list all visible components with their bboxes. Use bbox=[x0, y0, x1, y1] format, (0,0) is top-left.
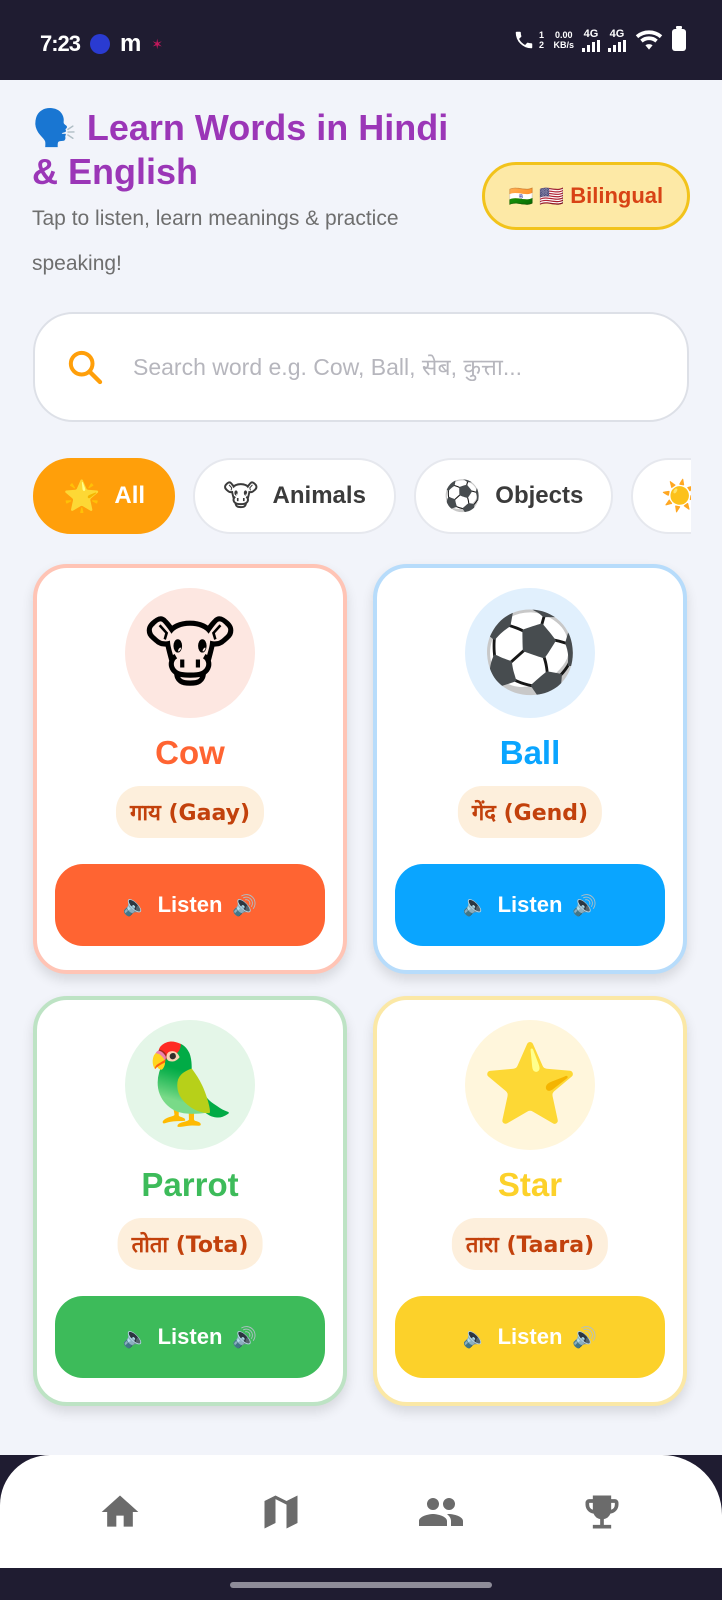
word-image-circle: ⭐ bbox=[465, 1020, 595, 1150]
speaker-loud-icon: 🔊 bbox=[232, 894, 258, 917]
word-card-parrot[interactable]: 🦜 Parrot तोता (Tota) 🔈 Listen 🔊 bbox=[33, 996, 347, 1406]
signal-icon: 4G bbox=[582, 27, 600, 52]
listen-button[interactable]: 🔈 Listen 🔊 bbox=[395, 864, 665, 946]
call-sim-numbers: 1 2 bbox=[538, 30, 544, 50]
page-subtitle: Tap to listen, learn meanings & practice… bbox=[32, 207, 399, 275]
net-speed-value: 0.00 bbox=[554, 30, 573, 40]
people-icon bbox=[419, 1497, 464, 1526]
word-english: Ball bbox=[499, 734, 561, 771]
category-chip-objects[interactable]: ⚽ Objects bbox=[413, 458, 614, 534]
listen-button[interactable]: 🔈 Listen 🔊 bbox=[55, 864, 325, 946]
word-image-circle: 🐮 bbox=[125, 588, 255, 718]
category-tabs: 🌟 All 🐮 Animals ⚽ Objects ☀️ bbox=[33, 458, 691, 538]
word-english: Star bbox=[497, 1166, 563, 1203]
category-label: Objects bbox=[495, 482, 584, 509]
listen-label: Listen bbox=[157, 892, 223, 917]
nav-people[interactable] bbox=[406, 1477, 476, 1547]
word-card-ball[interactable]: ⚽ Ball गेंद (Gend) 🔈 Listen 🔊 bbox=[373, 564, 687, 974]
speaker-icon: 🔈 bbox=[122, 894, 148, 917]
word-image-circle: ⚽ bbox=[465, 588, 595, 718]
word-card-cow[interactable]: 🐮 Cow गाय (Gaay) 🔈 Listen 🔊 bbox=[33, 564, 347, 974]
category-chip-all[interactable]: 🌟 All bbox=[33, 458, 176, 534]
listen-label: Listen bbox=[157, 1324, 223, 1349]
battery-icon bbox=[672, 26, 686, 51]
page-title: 🗣️ Learn Words in Hindi & English bbox=[32, 106, 472, 194]
category-chip-animals[interactable]: 🐮 Animals bbox=[193, 458, 396, 534]
trophy-icon bbox=[585, 1495, 619, 1528]
star-icon: ⭐ bbox=[481, 1040, 579, 1128]
home-indicator[interactable] bbox=[230, 1582, 492, 1588]
status-time: 7:23 bbox=[40, 31, 81, 56]
nav-home[interactable] bbox=[85, 1477, 155, 1547]
speaking-head-icon: 🗣️ bbox=[32, 107, 77, 148]
word-english: Cow bbox=[155, 734, 225, 771]
listen-button[interactable]: 🔈 Listen 🔊 bbox=[55, 1296, 325, 1378]
listen-button[interactable]: 🔈 Listen 🔊 bbox=[395, 1296, 665, 1378]
home-icon bbox=[101, 1495, 139, 1527]
speaker-loud-icon: 🔊 bbox=[572, 1326, 598, 1349]
word-hindi: तोता (Tota) bbox=[117, 1218, 263, 1270]
flags-icon: 🇮🇳 🇺🇸 bbox=[508, 185, 565, 208]
app-screen: 🗣️ Learn Words in Hindi & English Tap to… bbox=[0, 80, 722, 1455]
app-m-icon: m bbox=[120, 30, 142, 57]
word-english: Parrot bbox=[141, 1166, 239, 1203]
network-2-label: 4G bbox=[609, 27, 625, 40]
search-bar[interactable] bbox=[33, 312, 689, 422]
bottom-nav bbox=[0, 1455, 722, 1568]
nav-trophy[interactable] bbox=[567, 1477, 637, 1547]
net-speed-unit: KB/s bbox=[553, 40, 574, 50]
call-sim-icon: 1 2 bbox=[513, 29, 545, 51]
status-right: 1 2 0.00 KB/s 4G 4G bbox=[513, 26, 686, 52]
signal-2-icon: 4G bbox=[608, 27, 626, 52]
speaker-icon: 🔈 bbox=[462, 1326, 488, 1349]
search-icon bbox=[68, 350, 103, 385]
soccer-ball-icon: ⚽ bbox=[443, 479, 482, 513]
nav-map[interactable] bbox=[246, 1477, 316, 1547]
parrot-icon: 🦜 bbox=[141, 1040, 239, 1128]
meta-circle-icon bbox=[90, 34, 111, 54]
word-hindi: गेंद (Gend) bbox=[457, 786, 603, 838]
bilingual-badge[interactable]: 🇮🇳 🇺🇸 Bilingual bbox=[482, 162, 690, 230]
word-card-star[interactable]: ⭐ Star तारा (Taara) 🔈 Listen 🔊 bbox=[373, 996, 687, 1406]
dna-icon: ✶ bbox=[151, 35, 164, 52]
wifi-icon bbox=[635, 30, 663, 50]
category-label: Animals bbox=[272, 482, 366, 509]
sun-icon: ☀️ bbox=[661, 479, 691, 513]
search-input[interactable] bbox=[133, 353, 613, 381]
listen-label: Listen bbox=[497, 1324, 563, 1349]
net-speed: 0.00 KB/s bbox=[553, 30, 574, 50]
bilingual-label: Bilingual bbox=[570, 183, 664, 208]
home-indicator-bar bbox=[0, 1568, 722, 1600]
soccer-ball-icon: ⚽ bbox=[481, 608, 579, 696]
speaker-loud-icon: 🔊 bbox=[572, 894, 598, 917]
cow-face-icon: 🐮 bbox=[143, 608, 237, 697]
category-chip-nature[interactable]: ☀️ bbox=[631, 458, 691, 534]
network-1-label: 4G bbox=[583, 27, 599, 40]
status-left: 7:23 m ✶ bbox=[40, 30, 163, 58]
status-bar: 7:23 m ✶ 1 2 0.00 KB/s 4G 4G bbox=[0, 0, 722, 80]
speaker-icon: 🔈 bbox=[122, 1326, 148, 1349]
word-image-circle: 🦜 bbox=[125, 1020, 255, 1150]
word-hindi: तारा (Taara) bbox=[451, 1218, 609, 1270]
speaker-loud-icon: 🔊 bbox=[232, 1326, 258, 1349]
page-title-text: Learn Words in Hindi & English bbox=[32, 107, 449, 192]
glowing-star-icon: 🌟 bbox=[63, 479, 101, 513]
map-icon bbox=[264, 1495, 298, 1528]
speaker-icon: 🔈 bbox=[462, 894, 488, 917]
listen-label: Listen bbox=[497, 892, 563, 917]
cow-face-icon: 🐮 bbox=[223, 479, 259, 513]
word-hindi: गाय (Gaay) bbox=[115, 786, 265, 838]
category-label: All bbox=[114, 482, 146, 509]
